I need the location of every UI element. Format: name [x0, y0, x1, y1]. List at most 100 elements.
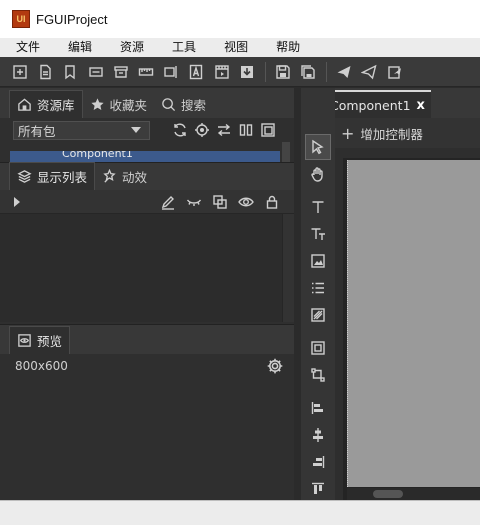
display-list-scrollbar[interactable]: [282, 214, 294, 322]
refresh-icon[interactable]: [172, 122, 188, 138]
chevron-down-icon: [131, 127, 141, 133]
tab-effects-label: 动效: [122, 169, 148, 185]
preview-tabs: 预览: [0, 324, 294, 354]
title-bar: UI FGUIProject: [0, 0, 480, 38]
menu-edit[interactable]: 编辑: [52, 38, 104, 57]
ruler-vertical: [335, 158, 343, 500]
tab-component1-label: Component1: [330, 97, 411, 113]
swap-icon[interactable]: [216, 122, 232, 138]
tab-library[interactable]: 资源库: [9, 90, 83, 118]
tab-preview[interactable]: 预览: [9, 326, 71, 354]
add-controller-button[interactable]: 增加控制器: [360, 124, 423, 143]
library-scrollbar[interactable]: [282, 142, 290, 162]
align-left-icon[interactable]: [305, 395, 331, 421]
tab-search[interactable]: 搜索: [154, 90, 213, 118]
save-icon[interactable]: [272, 61, 294, 83]
text-frame-icon[interactable]: [185, 61, 207, 83]
search-icon: [162, 97, 176, 111]
tab-favorites[interactable]: 收藏夹: [83, 90, 155, 118]
columns-icon[interactable]: [238, 122, 254, 138]
rich-text-tool-icon[interactable]: [305, 221, 331, 247]
align-center-icon[interactable]: [305, 422, 331, 448]
preview-body: 800x600: [0, 354, 294, 514]
hand-tool-icon[interactable]: [305, 161, 331, 187]
preview-icon: [18, 334, 31, 347]
split-icon[interactable]: [160, 61, 182, 83]
display-list-body: [0, 214, 294, 322]
display-list-toolbar: [0, 190, 294, 214]
stage-canvas[interactable]: [347, 160, 480, 487]
eye-icon[interactable]: [238, 194, 254, 210]
toolbar-divider: [264, 61, 266, 82]
canvas-hscrollbar[interactable]: [347, 488, 480, 500]
main-toolbar: [0, 57, 480, 87]
new-document-icon[interactable]: [34, 61, 56, 83]
app-logo: UI: [12, 10, 30, 28]
package-select[interactable]: 所有包: [13, 120, 150, 140]
toolbar-divider: [326, 61, 328, 82]
library-tabs: 资源库 收藏夹 搜索: [0, 88, 294, 118]
tab-display-list-label: 显示列表: [37, 170, 88, 185]
menu-help[interactable]: 帮助: [260, 38, 312, 57]
graph-tool-icon[interactable]: [305, 302, 331, 328]
bookmark-icon[interactable]: [59, 61, 81, 83]
align-right-icon[interactable]: [305, 449, 331, 475]
tab-effects[interactable]: 动效: [95, 162, 154, 190]
left-panel: 资源库 收藏夹 搜索 所有包 Component1 显示列表 动效 预览 800…: [0, 88, 294, 514]
status-strip: [0, 500, 480, 525]
scrollbar-thumb[interactable]: [373, 490, 403, 498]
film-icon[interactable]: [211, 61, 233, 83]
send-outline-icon[interactable]: [358, 61, 380, 83]
add-window-icon[interactable]: [9, 61, 31, 83]
library-icon: [18, 98, 31, 111]
save-all-icon[interactable]: [297, 61, 319, 83]
pointer-tool-icon[interactable]: [305, 134, 331, 160]
align-top-icon[interactable]: [305, 476, 331, 502]
layers-icon: [17, 170, 32, 183]
tool-palette: [301, 88, 335, 500]
canvas-area: [335, 148, 480, 500]
send-icon[interactable]: [333, 61, 355, 83]
menu-bar: 文件 编辑 资源 工具 视图 帮助: [0, 38, 480, 57]
add-icon[interactable]: +: [341, 124, 354, 143]
controller-bar: + 增加控制器: [335, 118, 480, 148]
display-tabs: 显示列表 动效: [0, 162, 294, 190]
gear-icon[interactable]: [266, 357, 284, 378]
list-tool-icon[interactable]: [305, 275, 331, 301]
tab-display-list[interactable]: 显示列表: [9, 162, 96, 190]
menu-assets[interactable]: 资源: [104, 38, 156, 57]
window-title: FGUIProject: [36, 11, 108, 27]
lock-icon[interactable]: [264, 194, 280, 210]
eye-closed-icon[interactable]: [186, 194, 202, 210]
copy-icon[interactable]: [212, 194, 228, 210]
minus-box-icon[interactable]: [85, 61, 107, 83]
play-icon[interactable]: [14, 196, 20, 207]
library-list: Component1: [0, 142, 294, 162]
tab-search-label: 搜索: [181, 97, 207, 113]
menu-view[interactable]: 视图: [208, 38, 260, 57]
tab-preview-label: 预览: [37, 334, 63, 349]
group-tool-icon[interactable]: [305, 335, 331, 361]
ruler-horizontal: [335, 148, 480, 158]
list-item[interactable]: Component1: [10, 151, 280, 162]
text-tool-icon[interactable]: [305, 194, 331, 220]
package-select-value: 所有包: [18, 123, 56, 139]
effects-icon: [103, 168, 116, 183]
tab-library-label: 资源库: [37, 98, 75, 113]
tab-favorites-label: 收藏夹: [109, 97, 148, 113]
image-tool-icon[interactable]: [305, 248, 331, 274]
trash-icon[interactable]: [110, 61, 132, 83]
locate-icon[interactable]: [194, 122, 210, 138]
transform-tool-icon[interactable]: [305, 362, 331, 388]
menu-tools[interactable]: 工具: [156, 38, 208, 57]
pencil-icon[interactable]: [160, 194, 176, 210]
collapse-icon[interactable]: [260, 122, 276, 138]
import-icon[interactable]: [236, 61, 258, 83]
close-icon[interactable]: x: [417, 98, 425, 113]
publish-icon[interactable]: [384, 61, 406, 83]
star-icon: [90, 97, 104, 110]
ruler-icon[interactable]: [135, 61, 157, 83]
library-toolbar: 所有包: [0, 118, 294, 142]
menu-file[interactable]: 文件: [0, 38, 52, 57]
preview-size: 800x600: [15, 359, 68, 373]
